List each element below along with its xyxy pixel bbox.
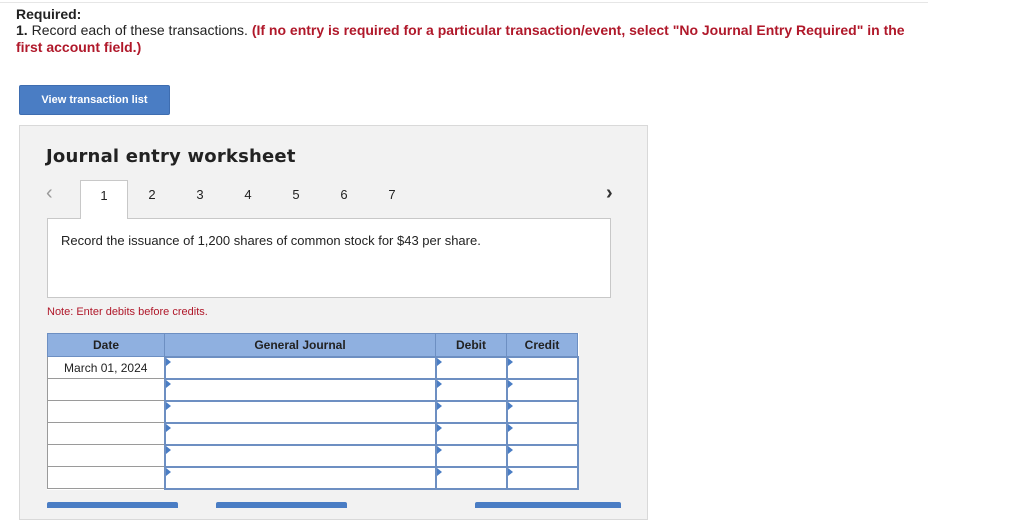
date-cell[interactable]	[47, 400, 165, 423]
credit-input[interactable]	[505, 377, 579, 402]
account-input[interactable]	[163, 421, 437, 446]
account-input[interactable]	[163, 377, 437, 402]
tab-4[interactable]: 4	[224, 180, 272, 218]
tab-2[interactable]: 2	[128, 180, 176, 218]
transaction-description: Record the issuance of 1,200 shares of c…	[61, 233, 481, 248]
debit-input[interactable]	[434, 355, 508, 380]
table-row	[47, 377, 579, 402]
clear-entry-button[interactable]	[216, 502, 347, 508]
view-transaction-list-button[interactable]: View transaction list	[19, 85, 170, 115]
chevron-right-icon[interactable]: ›	[606, 182, 613, 205]
account-input[interactable]	[163, 355, 437, 380]
view-general-journal-button[interactable]	[475, 502, 621, 508]
journal-table: Date General Journal Debit Credit March …	[47, 333, 579, 490]
credit-input[interactable]	[505, 421, 579, 446]
header-credit: Credit	[506, 333, 578, 357]
required-instruction-text: Record each of these transactions.	[31, 22, 248, 38]
account-input[interactable]	[163, 399, 437, 424]
debit-input[interactable]	[434, 377, 508, 402]
debit-input[interactable]	[434, 443, 508, 468]
credit-input[interactable]	[505, 465, 579, 490]
worksheet-title: Journal entry worksheet	[46, 146, 296, 167]
account-input[interactable]	[163, 465, 437, 490]
account-input[interactable]	[163, 443, 437, 468]
record-entry-button[interactable]	[47, 502, 178, 508]
table-row	[47, 421, 579, 446]
tab-5[interactable]: 5	[272, 180, 320, 218]
debit-input[interactable]	[434, 421, 508, 446]
top-divider	[0, 2, 928, 3]
tab-1[interactable]: 1	[80, 180, 128, 219]
required-heading: Required:	[16, 6, 82, 22]
date-cell[interactable]	[47, 422, 165, 445]
journal-entry-worksheet-panel: Journal entry worksheet ‹ 1234567 › Reco…	[19, 125, 648, 520]
header-general-journal: General Journal	[164, 333, 436, 357]
chevron-left-icon[interactable]: ‹	[46, 182, 53, 205]
table-row	[47, 443, 579, 468]
date-cell[interactable]: March 01, 2024	[47, 356, 165, 379]
tab-3[interactable]: 3	[176, 180, 224, 218]
credit-input[interactable]	[505, 355, 579, 380]
journal-table-header: Date General Journal Debit Credit	[47, 333, 578, 357]
credit-input[interactable]	[505, 399, 579, 424]
tab-6[interactable]: 6	[320, 180, 368, 218]
header-date: Date	[47, 333, 165, 357]
debit-input[interactable]	[434, 465, 508, 490]
required-instruction: 1. Record each of these transactions. (I…	[16, 22, 916, 56]
tab-7[interactable]: 7	[368, 180, 416, 218]
header-debit: Debit	[435, 333, 507, 357]
required-number: 1.	[16, 22, 28, 38]
entry-note: Note: Enter debits before credits.	[47, 306, 208, 318]
credit-input[interactable]	[505, 443, 579, 468]
table-row	[47, 399, 579, 424]
table-row	[47, 465, 579, 490]
date-cell[interactable]	[47, 378, 165, 401]
debit-input[interactable]	[434, 399, 508, 424]
table-row: March 01, 2024	[47, 355, 579, 380]
date-cell[interactable]	[47, 444, 165, 467]
transaction-description-box: Record the issuance of 1,200 shares of c…	[47, 218, 611, 298]
date-cell[interactable]	[47, 466, 165, 489]
